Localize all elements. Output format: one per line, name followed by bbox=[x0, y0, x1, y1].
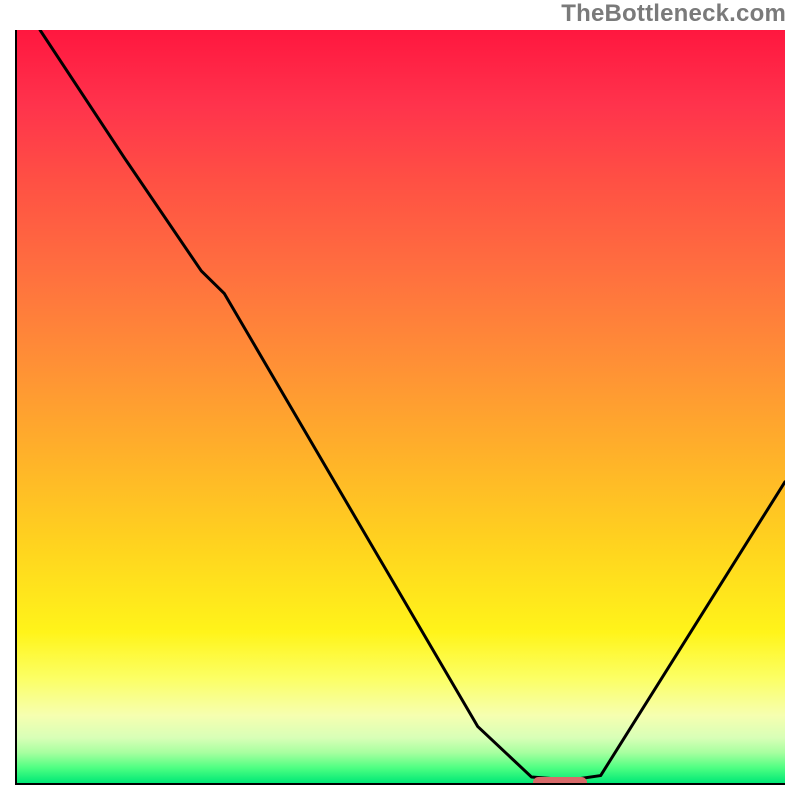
plot-area bbox=[15, 30, 785, 785]
watermark-text: TheBottleneck.com bbox=[561, 0, 786, 28]
optimal-range-marker bbox=[533, 777, 587, 785]
bottleneck-curve bbox=[17, 30, 785, 783]
chart-frame: TheBottleneck.com bbox=[0, 0, 800, 800]
